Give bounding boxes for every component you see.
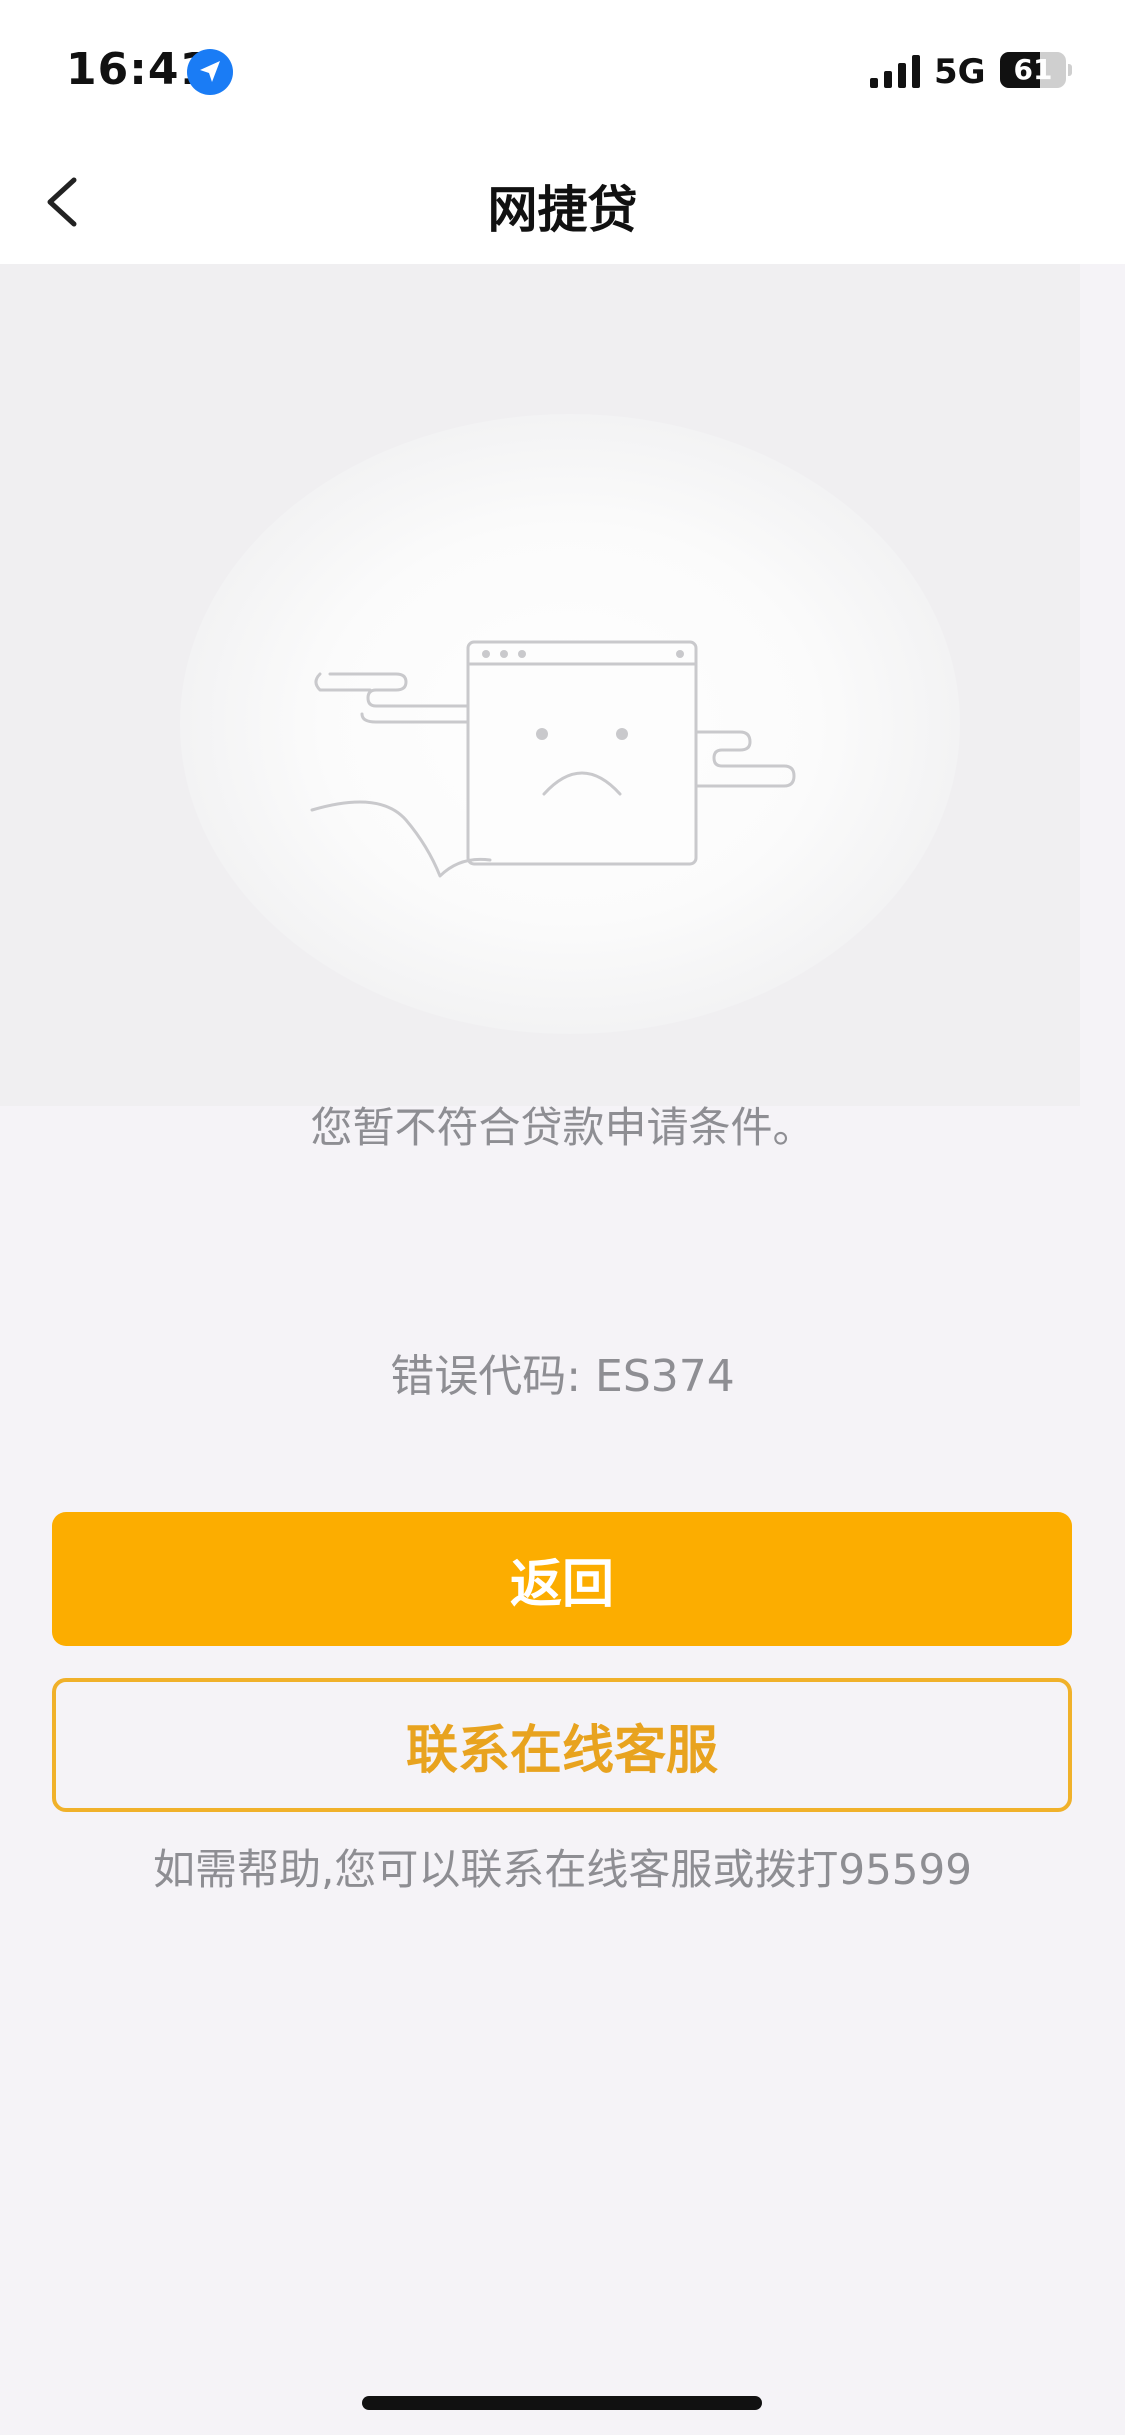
contact-online-service-button[interactable]: 联系在线客服 <box>52 1678 1072 1812</box>
nav-bar: 网捷贷 <box>0 140 1125 264</box>
empty-state-illustration-area <box>0 264 1080 1106</box>
ineligible-message: 您暂不符合贷款申请条件。 <box>310 1103 815 1152</box>
location-arrow-icon <box>187 49 233 95</box>
battery-icon: 61 <box>1000 52 1072 88</box>
help-text: 如需帮助,您可以联系在线客服或拨打95599 <box>153 1845 972 1894</box>
error-code: 错误代码: ES374 <box>390 1351 735 1402</box>
network-type: 5G <box>934 52 986 92</box>
sad-window-illustration <box>310 640 796 878</box>
battery-level: 61 <box>1013 53 1053 86</box>
status-bar: 16:41 5G 61 <box>0 0 1125 140</box>
page-title: 网捷贷 <box>487 181 638 239</box>
cellular-signal-icon <box>870 55 920 88</box>
home-indicator[interactable] <box>362 2396 762 2410</box>
return-button[interactable]: 返回 <box>52 1512 1072 1646</box>
